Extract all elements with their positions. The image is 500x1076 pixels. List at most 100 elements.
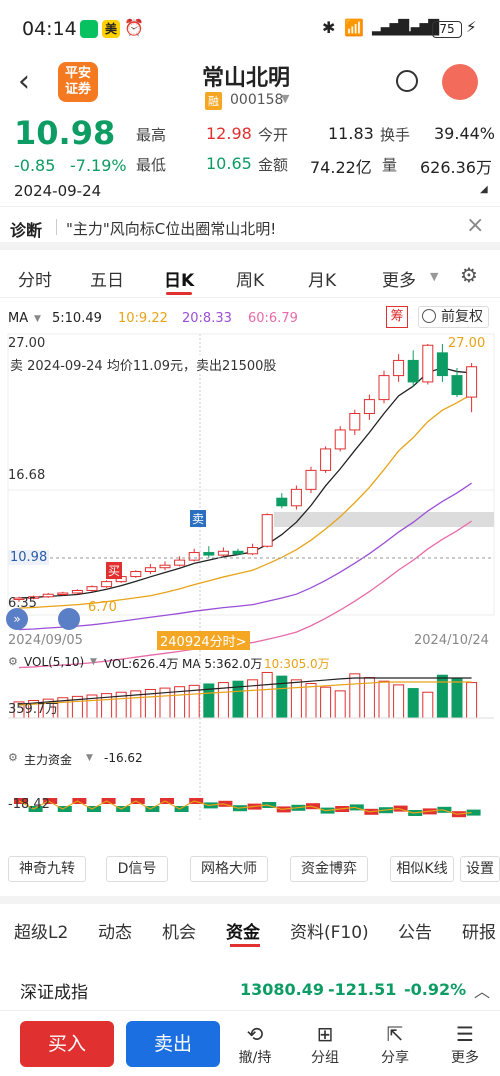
gear-icon[interactable]: ⚙ [8, 655, 18, 668]
y-top-label: 27.00 [8, 336, 46, 351]
vol-value: VOL:626.4万 [104, 657, 179, 671]
cancel-hold-button[interactable]: ⟲ 撤/持 [230, 1021, 280, 1067]
chevron-down-icon: ▼ [430, 270, 439, 283]
tab-research[interactable]: 研报 [462, 918, 496, 943]
funds-label[interactable]: 主力资金 [24, 751, 72, 768]
tab-monthly-k[interactable]: 月K [308, 266, 336, 291]
volume-label: 量 [382, 156, 398, 174]
indicator-toolbar: 神奇九转 D信号 网格大师 资金博弈 相似K线 设置 [0, 852, 500, 888]
candle-body [42, 593, 54, 598]
more-icon: ☰ [456, 1022, 474, 1046]
share-button[interactable]: ⇱ 分享 [370, 1021, 420, 1067]
tab-announcement[interactable]: 公告 [398, 918, 432, 943]
candle-body [144, 567, 156, 573]
diagnosis-text: "主力"风向标C位出圈常山北明! [66, 220, 277, 238]
battery-icon: 75 [432, 21, 462, 38]
price-change-pct: -7.19% [70, 156, 127, 175]
volume-bar [290, 679, 302, 719]
candle-body [261, 514, 273, 547]
low-label: 最低 [136, 156, 167, 174]
buy-marker: 买 [106, 562, 123, 579]
high-value: 12.98 [206, 124, 252, 143]
candle-body [466, 366, 478, 398]
tool-d-signal[interactable]: D信号 [106, 856, 168, 882]
volume-bar [276, 675, 288, 719]
candle-body [276, 497, 288, 507]
volume-bar [334, 690, 346, 719]
index-value: 13080.49 [240, 980, 325, 999]
active-tab-indicator [230, 944, 260, 947]
vol-label[interactable]: VOL(5,10) [24, 655, 84, 669]
cursor-date-tag[interactable]: 240924分时> [157, 631, 250, 650]
y-mid-label: 16.68 [8, 468, 46, 483]
candle-body [247, 546, 259, 555]
amount-value: 74.22亿 [310, 158, 372, 177]
scroll-left-icon[interactable]: » [6, 608, 28, 630]
volume-bar [320, 686, 332, 719]
gear-icon[interactable]: ⚙ [8, 751, 18, 764]
search-icon[interactable] [396, 70, 418, 92]
tab-news[interactable]: 动态 [98, 918, 132, 943]
grid-frame [7, 333, 495, 616]
index-ticker[interactable]: 深证成指 13080.49 -121.51 -0.92% ︿ [0, 960, 500, 1004]
more-button[interactable]: ☰ 更多 [440, 1021, 490, 1067]
zoom-icon[interactable] [58, 608, 80, 630]
last-price: 10.98 [14, 114, 116, 152]
candle-body [393, 359, 405, 377]
candle-body [320, 448, 332, 471]
low-value: 10.65 [206, 154, 252, 173]
candle-body [203, 552, 215, 556]
tool-grid-master[interactable]: 网格大师 [190, 856, 268, 882]
share-label: 分享 [381, 1050, 409, 1066]
active-tab-indicator [166, 292, 192, 295]
info-tabs: 超级L2 动态 机会 资金 资料(F10) 公告 研报 [0, 896, 500, 948]
tool-settings[interactable]: 设置 [460, 856, 500, 882]
tab-f10[interactable]: 资料(F10) [290, 918, 369, 943]
stock-name: 常山北明 [202, 66, 291, 91]
stock-header: ‹ 平安 证券 常山北明 融 000158 ▼ [0, 58, 500, 110]
bottom-action-bar: 买入 卖出 ⟲ 撤/持 ⊞ 分组 ⇱ 分享 ☰ 更多 [0, 1010, 500, 1076]
tool-similar-k[interactable]: 相似K线 [390, 856, 454, 882]
candle-body [86, 586, 98, 591]
group-button[interactable]: ⊞ 分组 [300, 1021, 350, 1067]
index-pct: -0.92% [404, 980, 467, 999]
kline-chart-area[interactable]: MA ▼ 5:10.49 10:9.22 20:8.33 60:6.79 筹 前… [0, 300, 500, 850]
tool-magic-nine[interactable]: 神奇九转 [8, 856, 86, 882]
tab-funds[interactable]: 资金 [226, 918, 260, 943]
quote-panel: 10.98 -0.85 -7.19% 2024-09-24 最高 12.98 今… [0, 112, 500, 202]
avatar[interactable] [442, 64, 478, 100]
diagnosis-bar[interactable]: 诊断 "主力"风向标C位出圈常山北明! × [0, 206, 500, 250]
divider [56, 219, 57, 235]
high-label: 最高 [136, 126, 167, 144]
candle-body [334, 429, 346, 450]
candle-body [101, 581, 113, 588]
tab-more[interactable]: 更多 [382, 266, 416, 291]
ma5-line [18, 367, 472, 599]
max-tag: 27.00 [448, 336, 486, 351]
volume-bar [393, 684, 405, 719]
expand-corner-icon[interactable]: ◢ [480, 184, 488, 195]
tab-weekly-k[interactable]: 周K [236, 266, 264, 291]
tool-fund-game[interactable]: 资金博弈 [290, 856, 368, 882]
buy-button[interactable]: 买入 [20, 1021, 114, 1067]
tab-super-l2[interactable]: 超级L2 [14, 918, 68, 943]
tab-five-day[interactable]: 五日 [90, 266, 124, 291]
volume-bar [466, 682, 478, 719]
broker-logo: 平安 证券 [58, 62, 98, 102]
tab-daily-k[interactable]: 日K [164, 266, 194, 291]
back-icon[interactable]: ‹ [18, 64, 30, 99]
tab-chance[interactable]: 机会 [162, 918, 196, 943]
chevron-down-icon[interactable]: ▼ [281, 92, 289, 105]
gear-icon[interactable]: ⚙ [460, 263, 478, 287]
cancel-hold-label: 撤/持 [238, 1050, 272, 1066]
tab-minute[interactable]: 分时 [18, 266, 52, 291]
candle-body [159, 564, 171, 569]
status-time: 04:14 [22, 18, 77, 40]
chevron-up-icon[interactable]: ︿ [474, 978, 490, 1002]
status-bar: 04:14 美 ⏰ ✱ 📶 ▂▄▆█ ▂▄▆█ 75 ⚡ [0, 0, 500, 58]
candle-body [422, 344, 434, 383]
sell-button[interactable]: 卖出 [126, 1021, 220, 1067]
close-icon[interactable]: × [466, 213, 484, 238]
chart-tabs: 分时 五日 日K 周K 月K 更多 ▼ ⚙ [0, 256, 500, 298]
margin-badge: 融 [205, 92, 222, 110]
